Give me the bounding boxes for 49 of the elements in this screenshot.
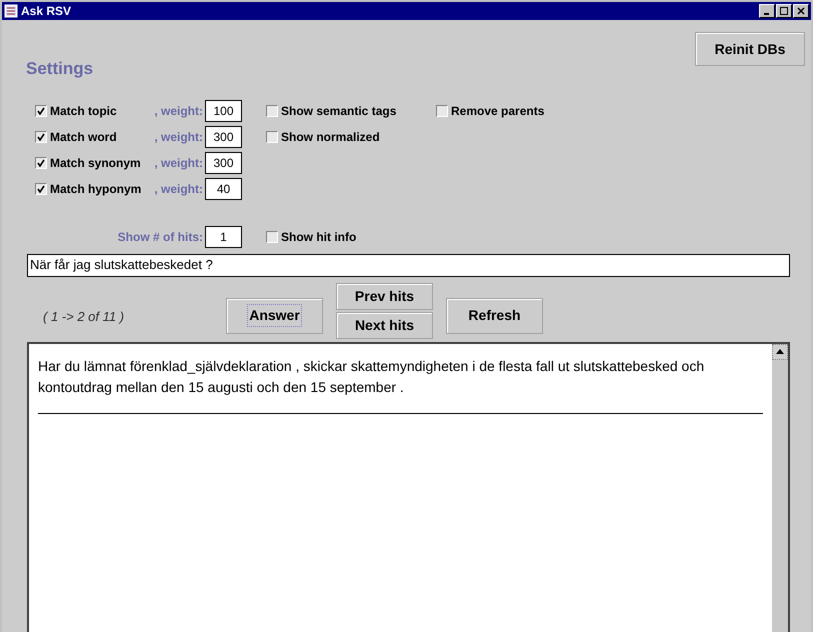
- scroll-up-button[interactable]: [772, 344, 788, 360]
- reinit-button[interactable]: Reinit DBs: [695, 32, 805, 66]
- app-icon: [4, 4, 18, 18]
- input-field[interactable]: 300: [205, 126, 242, 148]
- weight-label: , weight:: [153, 102, 204, 120]
- check-icon: [37, 184, 45, 192]
- checkbox-label: Match word: [50, 128, 117, 146]
- input-field[interactable]: 300: [205, 152, 242, 174]
- next-hits-button[interactable]: Next hits: [336, 312, 433, 338]
- hits-label: Show # of hits:: [116, 228, 204, 246]
- answer-text: Har du lämnat förenklad_självdeklaration , skickar skattemyndigheten i de flesta fall ut slutskattebesked och kontoutdrag mellan den 15 augusti och den 15 september .: [38, 356, 763, 414]
- minimize-button[interactable]: [759, 4, 775, 18]
- input-field[interactable]: 100: [205, 100, 242, 122]
- weight-label: , weight:: [153, 154, 204, 172]
- checkbox[interactable]: [35, 130, 47, 142]
- maximize-button[interactable]: [776, 4, 792, 18]
- checkbox[interactable]: [266, 230, 278, 242]
- checkbox-label: Show normalized: [281, 128, 380, 146]
- checkbox[interactable]: [266, 104, 278, 116]
- checkbox-label: Match hyponym: [50, 180, 142, 198]
- checkbox-label: Match synonym: [50, 154, 141, 172]
- checkbox-label: Show hit info: [281, 228, 356, 246]
- checkbox[interactable]: [35, 104, 47, 116]
- input-field[interactable]: 1: [205, 226, 242, 248]
- prev-hits-button[interactable]: Prev hits: [336, 282, 433, 310]
- checkbox[interactable]: [35, 156, 47, 168]
- checkbox-label: Match topic: [50, 102, 117, 120]
- input-field[interactable]: 40: [205, 178, 242, 200]
- close-icon: [797, 7, 805, 15]
- scrollbar[interactable]: [772, 344, 790, 632]
- checkbox-label: Show semantic tags: [281, 102, 396, 120]
- check-icon: [37, 106, 45, 114]
- close-button[interactable]: [793, 4, 809, 18]
- check-icon: [37, 158, 45, 166]
- refresh-button[interactable]: Refresh: [446, 298, 543, 334]
- up-arrow-icon: [776, 349, 784, 354]
- checkbox-label: Remove parents: [451, 102, 544, 120]
- answer-button[interactable]: Answer: [226, 298, 323, 334]
- range-text: ( 1 -> 2 of 11 ): [43, 308, 126, 326]
- checkbox[interactable]: [266, 130, 278, 142]
- settings-heading: Settings: [26, 58, 94, 80]
- weight-label: , weight:: [153, 180, 204, 198]
- maximize-icon: [780, 7, 788, 15]
- window-title: Ask RSV: [21, 3, 72, 20]
- check-icon: [37, 132, 45, 140]
- weight-label: , weight:: [153, 128, 204, 146]
- checkbox[interactable]: [35, 182, 47, 194]
- input-field[interactable]: När får jag slutskattebeskedet ?: [27, 254, 790, 276]
- checkbox[interactable]: [436, 104, 448, 116]
